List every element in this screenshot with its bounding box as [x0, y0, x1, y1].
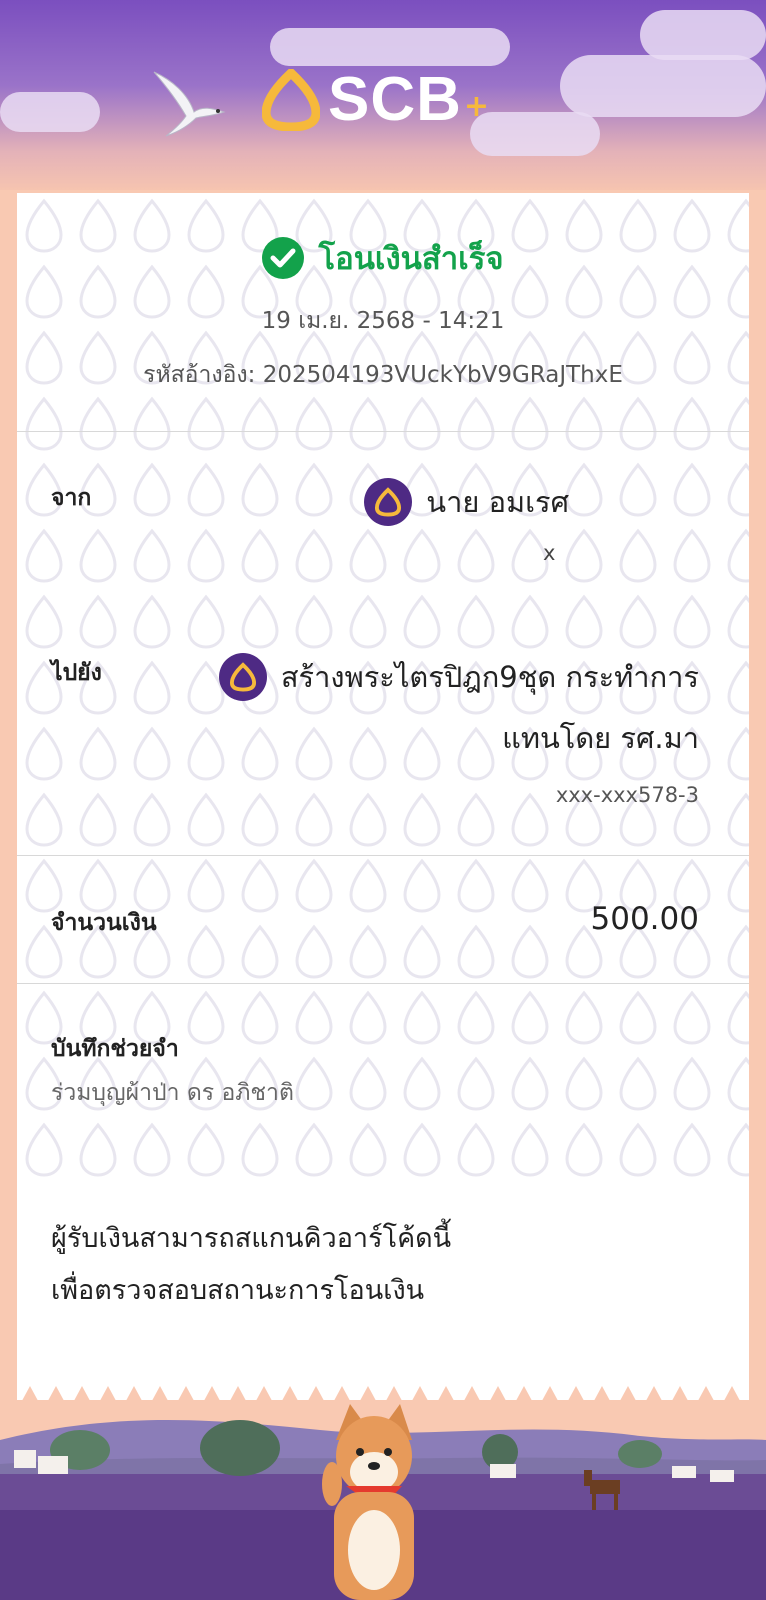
qr-message-line1: ผู้รับเงินสามารถสแกนคิวอาร์โค้ดนี้	[51, 1223, 452, 1254]
brand-plus: +	[463, 89, 490, 124]
recipient-account: xxx-xxx578-3	[555, 783, 699, 807]
house-icon	[38, 1456, 68, 1474]
cloud-decoration	[470, 112, 600, 156]
scb-bank-icon	[218, 653, 267, 701]
house-icon	[672, 1466, 696, 1478]
success-check-icon	[262, 237, 305, 279]
from-label: จาก	[51, 485, 92, 511]
memo-value: ร่วมบุญผ้าป่า ดร อภิชาติ	[51, 1080, 294, 1106]
landscape-illustration	[0, 1400, 766, 1600]
cloud-decoration	[0, 92, 100, 132]
scb-logo-icon	[262, 68, 320, 131]
divider	[17, 431, 749, 432]
brand-name: SCB	[328, 65, 462, 134]
receipt-card: โอนเงินสำเร็จ 19 เม.ย. 2568 - 14:21 รหัส…	[17, 193, 749, 1408]
divider	[17, 983, 749, 984]
house-icon	[490, 1464, 516, 1478]
recipient-info: สร้างพระไตรปิฎก9ชุด กระทำการ	[218, 653, 699, 701]
qr-message-line2: เพื่อตรวจสอบสถานะการโอนเงิน	[51, 1275, 425, 1306]
amount-label: จำนวนเงิน	[51, 910, 157, 936]
scb-logo: SCB +	[262, 64, 489, 135]
transfer-status: โอนเงินสำเร็จ	[17, 233, 749, 283]
divider	[17, 855, 749, 856]
memo-label: บันทึกช่วยจำ	[51, 1036, 179, 1062]
cloud-decoration	[560, 55, 766, 117]
sender-name: นาย อมเรศ	[426, 485, 569, 519]
cloud-decoration	[270, 28, 510, 66]
sender-info: นาย อมเรศ	[364, 478, 569, 526]
reference-number: รหัสอ้างอิง: 202504193VUckYbV9GRaJThxE	[143, 362, 623, 388]
recipient-name-line1: สร้างพระไตรปิฎก9ชุด กระทำการ	[280, 660, 699, 694]
sender-account: x	[543, 541, 556, 565]
transfer-datetime: 19 เม.ย. 2568 - 14:21	[261, 308, 505, 334]
to-label: ไปยัง	[51, 660, 102, 686]
status-text: โอนเงินสำเร็จ	[318, 241, 504, 277]
scb-bank-icon	[364, 478, 413, 526]
bird-icon	[153, 71, 226, 137]
house-icon	[14, 1450, 36, 1468]
amount-value: 500.00	[590, 901, 699, 937]
qr-message: ผู้รับเงินสามารถสแกนคิวอาร์โค้ดนี้ เพื่อ…	[51, 1213, 451, 1317]
recipient-name-line2: แทนโดย รศ.มา	[502, 721, 699, 755]
cloud-decoration	[640, 10, 766, 60]
house-icon	[710, 1470, 734, 1482]
header-banner: SCB +	[0, 0, 766, 190]
